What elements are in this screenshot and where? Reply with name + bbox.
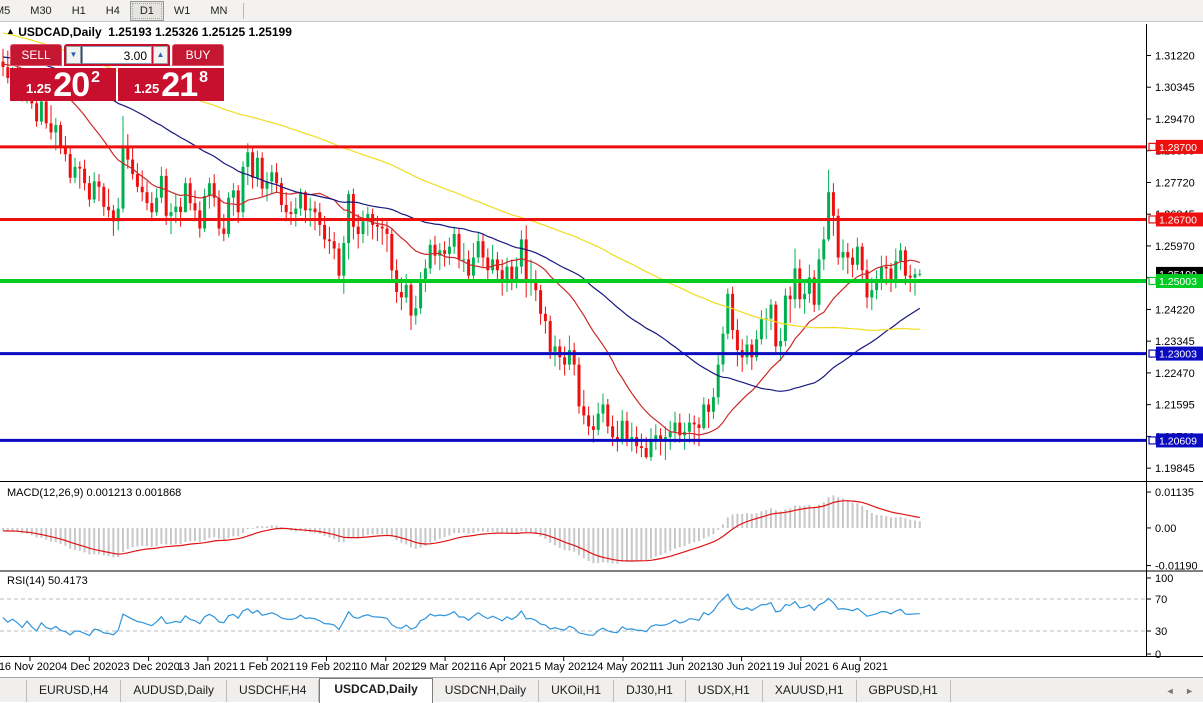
svg-text:1.20609: 1.20609 <box>1159 435 1197 447</box>
tab-ukoil-h1[interactable]: UKOil,H1 <box>539 680 614 702</box>
price-tick: 1.31220 <box>1155 50 1195 62</box>
tab-dj30-h1[interactable]: DJ30,H1 <box>614 680 686 702</box>
date-tick: 4 Dec 2020 <box>61 661 117 673</box>
ask-price[interactable]: 1.25218 <box>118 68 224 101</box>
date-tick: 29 Mar 2021 <box>414 661 476 673</box>
bid-pip: 2 <box>91 69 100 87</box>
ohlc-low: 1.25125 <box>202 25 245 39</box>
rsi-pane-label: RSI(14) 50.4173 <box>7 575 88 587</box>
date-tick: 16 Apr 2021 <box>475 661 534 673</box>
volume-decrease-button[interactable]: ▼ <box>66 46 81 64</box>
tab-gbpusd-h1[interactable]: GBPUSD,H1 <box>857 680 951 702</box>
svg-text:1.26700: 1.26700 <box>1159 214 1197 226</box>
chart-up-arrow-icon: ▲ <box>6 26 15 36</box>
date-tick: 16 Nov 2020 <box>0 661 61 673</box>
symbol-tab-bar: EURUSD,H4AUDUSD,DailyUSDCHF,H4USDCAD,Dai… <box>0 677 1203 702</box>
macd-pane-label: MACD(12,26,9) 0.001213 0.001868 <box>7 487 181 499</box>
ohlc-high: 1.25326 <box>155 25 198 39</box>
timeframe-toolbar: M5M30H1H4D1W1MN <box>0 0 1203 22</box>
rsi-tick: 30 <box>1155 626 1167 638</box>
buy-button[interactable]: BUY <box>172 44 224 66</box>
rsi-tick: 70 <box>1155 594 1167 606</box>
ohlc-open: 1.25193 <box>108 25 151 39</box>
price-tick: 1.21595 <box>1155 400 1195 412</box>
date-tick: 23 Dec 2020 <box>117 661 179 673</box>
svg-text:1.28700: 1.28700 <box>1159 142 1197 154</box>
ohlc-close: 1.25199 <box>249 25 292 39</box>
price-tick: 1.19845 <box>1155 463 1195 475</box>
date-tick: 24 May 2021 <box>591 661 655 673</box>
ask-pip: 8 <box>199 69 208 87</box>
rsi-tick: 100 <box>1155 573 1173 585</box>
svg-text:1.23003: 1.23003 <box>1159 349 1197 361</box>
svg-text:1.25003: 1.25003 <box>1159 276 1197 288</box>
chart-canvas: 1.312201.303451.294701.285951.277201.268… <box>0 0 1203 702</box>
date-tick: 1 Feb 2021 <box>239 661 295 673</box>
chart-symbol-label: USDCAD,Daily <box>18 25 101 39</box>
rsi-tick: 0 <box>1155 649 1161 661</box>
tab-eurusd-h4[interactable]: EURUSD,H4 <box>26 680 121 702</box>
toolbar-separator <box>243 3 244 19</box>
tab-usdcad-daily[interactable]: USDCAD,Daily <box>319 678 432 703</box>
volume-increase-button[interactable]: ▲ <box>153 46 168 64</box>
date-tick: 13 Jan 2021 <box>178 661 239 673</box>
timeframe-m30[interactable]: M30 <box>20 1 61 21</box>
date-tick: 6 Aug 2021 <box>832 661 888 673</box>
timeframe-w1[interactable]: W1 <box>164 1 201 21</box>
timeframe-d1[interactable]: D1 <box>130 1 164 21</box>
date-tick: 19 Feb 2021 <box>296 661 358 673</box>
date-tick: 11 Jun 2021 <box>652 661 712 673</box>
volume-stepper: ▼ 3.00 ▲ <box>64 44 170 66</box>
tab-usdx-h1[interactable]: USDX,H1 <box>686 680 763 702</box>
tab-xauusd-h1[interactable]: XAUUSD,H1 <box>763 680 857 702</box>
volume-input[interactable]: 3.00 <box>82 46 152 64</box>
date-tick: 10 Mar 2021 <box>355 661 417 673</box>
bid-price[interactable]: 1.25202 <box>10 68 116 101</box>
chart-ohlc-title: ▲ USDCAD,Daily 1.25193 1.25326 1.25125 1… <box>6 25 292 39</box>
timeframe-h4[interactable]: H4 <box>96 1 130 21</box>
macd-tick: 0.00 <box>1155 523 1176 535</box>
ask-main: 21 <box>161 71 197 99</box>
tab-usdchf-h4[interactable]: USDCHF,H4 <box>227 680 319 702</box>
price-tick: 1.30345 <box>1155 82 1195 94</box>
price-tick: 1.27720 <box>1155 177 1195 189</box>
timeframe-mn[interactable]: MN <box>200 1 237 21</box>
tab-usdcnh-daily[interactable]: USDCNH,Daily <box>433 680 539 702</box>
price-tick: 1.25970 <box>1155 241 1195 253</box>
sell-button[interactable]: SELL <box>10 44 62 66</box>
price-tick: 1.23345 <box>1155 336 1195 348</box>
date-tick: 19 Jul 2021 <box>772 661 829 673</box>
price-tick: 1.24220 <box>1155 304 1195 316</box>
bid-prefix: 1.25 <box>26 81 51 96</box>
timeframe-h1[interactable]: H1 <box>62 1 96 21</box>
date-tick: 5 May 2021 <box>535 661 592 673</box>
one-click-trading-panel: SELL ▼ 3.00 ▲ BUY 1.25202 1.25218 <box>10 44 224 101</box>
bid-main: 20 <box>53 71 89 99</box>
price-tick: 1.22470 <box>1155 368 1195 380</box>
timeframe-m5[interactable]: M5 <box>0 1 20 21</box>
tab-audusd-daily[interactable]: AUDUSD,Daily <box>121 680 227 702</box>
ask-prefix: 1.25 <box>134 81 159 96</box>
price-tick: 1.29470 <box>1155 114 1195 126</box>
tab-scroll-arrows[interactable]: ◄ ► <box>1166 686 1198 696</box>
date-tick: 30 Jun 2021 <box>711 661 772 673</box>
macd-tick: 0.01135 <box>1155 487 1194 499</box>
